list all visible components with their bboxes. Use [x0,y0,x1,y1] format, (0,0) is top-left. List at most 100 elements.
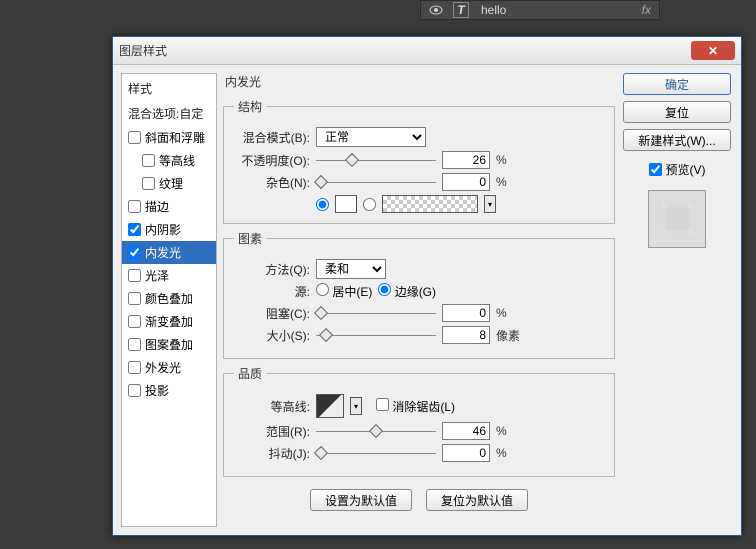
right-column: 确定 复位 新建样式(W)... 预览(V) [621,73,733,527]
contour-picker[interactable] [316,394,344,418]
noise-input[interactable] [442,173,490,191]
sidebar-check-10[interactable] [128,361,141,374]
preview-check[interactable]: 预览(V) [649,161,706,178]
color-solid-radio[interactable] [316,198,329,211]
styles-sidebar: 样式 混合选项:自定 斜面和浮雕等高线纹理描边内阴影内发光光泽颜色叠加渐变叠加图… [121,73,217,527]
color-swatch[interactable] [335,195,357,213]
blend-mode-label: 混合模式(B): [234,129,310,146]
layer-style-dialog: 图层样式 ✕ 样式 混合选项:自定 斜面和浮雕等高线纹理描边内阴影内发光光泽颜色… [112,36,742,536]
preview-box [648,190,706,248]
sidebar-label-10: 外发光 [145,359,181,376]
opacity-label: 不透明度(O): [234,152,310,169]
sidebar-check-11[interactable] [128,384,141,397]
sidebar-label-8: 渐变叠加 [145,313,193,330]
reset-default-button[interactable]: 复位为默认值 [426,489,528,511]
jitter-pct: % [496,446,507,460]
range-label: 范围(R): [234,423,310,440]
sidebar-item-10[interactable]: 外发光 [122,356,216,379]
fx-badge[interactable]: fx [642,3,651,17]
sidebar-label-1: 等高线 [159,152,195,169]
dialog-title: 图层样式 [119,42,167,59]
close-button[interactable]: ✕ [691,41,735,60]
noise-label: 杂色(N): [234,174,310,191]
opacity-pct: % [496,153,507,167]
layers-panel-row: T hello fx [420,0,660,20]
sidebar-check-7[interactable] [128,292,141,305]
size-unit: 像素 [496,327,520,344]
sidebar-check-5[interactable] [128,246,141,259]
range-pct: % [496,424,507,438]
structure-group: 结构 混合模式(B): 正常 不透明度(O): % 杂色(N): % [223,98,615,224]
layer-name[interactable]: hello [481,3,506,17]
choke-label: 阻塞(C): [234,305,310,322]
noise-slider[interactable] [316,175,436,189]
size-slider[interactable] [316,328,436,342]
sidebar-check-2[interactable] [142,177,155,190]
size-label: 大小(S): [234,327,310,344]
sidebar-label-2: 纹理 [159,175,183,192]
quality-group: 品质 等高线: ▾ 消除锯齿(L) 范围(R): % 抖动(J): [223,365,615,477]
sidebar-check-1[interactable] [142,154,155,167]
sidebar-item-4[interactable]: 内阴影 [122,218,216,241]
ok-button[interactable]: 确定 [623,73,731,95]
new-style-button[interactable]: 新建样式(W)... [623,129,731,151]
size-input[interactable] [442,326,490,344]
sidebar-check-8[interactable] [128,315,141,328]
range-slider[interactable] [316,424,436,438]
sidebar-item-11[interactable]: 投影 [122,379,216,402]
sidebar-item-7[interactable]: 颜色叠加 [122,287,216,310]
gradient-swatch[interactable] [382,195,478,213]
sidebar-label-4: 内阴影 [145,221,181,238]
visibility-icon[interactable] [429,3,443,17]
sidebar-item-2[interactable]: 纹理 [122,172,216,195]
method-label: 方法(Q): [234,261,310,278]
color-gradient-radio[interactable] [363,198,376,211]
opacity-input[interactable] [442,151,490,169]
structure-legend: 结构 [234,98,266,115]
make-default-button[interactable]: 设置为默认值 [310,489,412,511]
sidebar-item-8[interactable]: 渐变叠加 [122,310,216,333]
sidebar-blend[interactable]: 混合选项:自定 [122,101,216,126]
sidebar-label-3: 描边 [145,198,169,215]
cancel-button[interactable]: 复位 [623,101,731,123]
sidebar-item-3[interactable]: 描边 [122,195,216,218]
titlebar[interactable]: 图层样式 ✕ [113,37,741,65]
noise-pct: % [496,175,507,189]
sidebar-item-5[interactable]: 内发光 [122,241,216,264]
quality-legend: 品质 [234,365,266,382]
source-label: 源: [234,283,310,300]
sidebar-label-7: 颜色叠加 [145,290,193,307]
sidebar-check-9[interactable] [128,338,141,351]
sidebar-check-3[interactable] [128,200,141,213]
sidebar-item-6[interactable]: 光泽 [122,264,216,287]
choke-input[interactable] [442,304,490,322]
jitter-slider[interactable] [316,446,436,460]
sidebar-label-9: 图案叠加 [145,336,193,353]
range-input[interactable] [442,422,490,440]
main-panel: 内发光 结构 混合模式(B): 正常 不透明度(O): % 杂色(N): [223,73,615,527]
jitter-input[interactable] [442,444,490,462]
source-edge[interactable]: 边缘(G) [378,283,436,300]
sidebar-label-11: 投影 [145,382,169,399]
blend-mode-select[interactable]: 正常 [316,127,426,147]
method-select[interactable]: 柔和 [316,259,386,279]
choke-slider[interactable] [316,306,436,320]
source-center[interactable]: 居中(E) [316,283,372,300]
text-layer-icon: T [453,2,469,18]
elements-legend: 图素 [234,230,266,247]
gradient-dropdown-icon[interactable]: ▾ [484,195,496,213]
sidebar-item-0[interactable]: 斜面和浮雕 [122,126,216,149]
sidebar-item-9[interactable]: 图案叠加 [122,333,216,356]
contour-dropdown-icon[interactable]: ▾ [350,397,362,415]
sidebar-check-6[interactable] [128,269,141,282]
sidebar-label-0: 斜面和浮雕 [145,129,205,146]
sidebar-check-0[interactable] [128,131,141,144]
sidebar-label-5: 内发光 [145,244,181,261]
sidebar-check-4[interactable] [128,223,141,236]
sidebar-label-6: 光泽 [145,267,169,284]
antialias-check[interactable]: 消除锯齿(L) [376,398,455,415]
sidebar-item-1[interactable]: 等高线 [122,149,216,172]
opacity-slider[interactable] [316,153,436,167]
jitter-label: 抖动(J): [234,445,310,462]
sidebar-head[interactable]: 样式 [122,76,216,101]
